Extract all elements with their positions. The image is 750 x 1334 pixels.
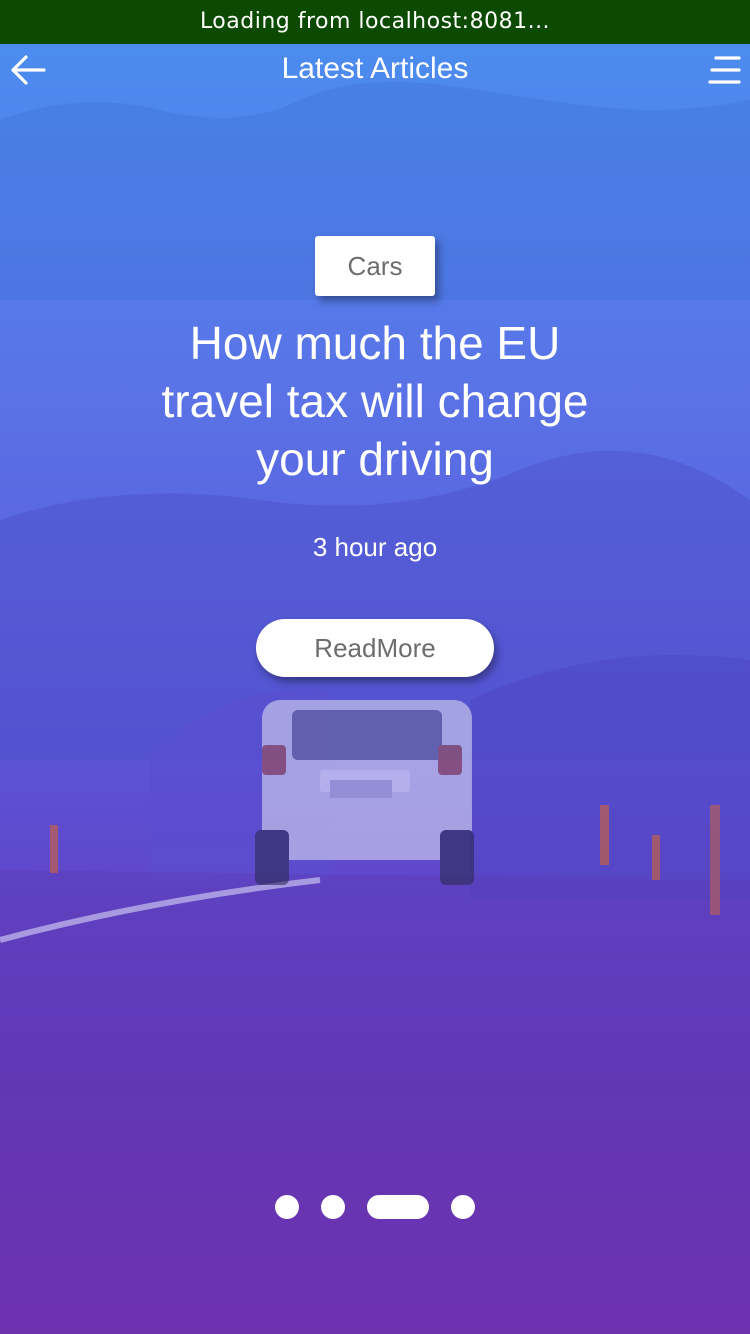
pagination-dot[interactable] [275, 1195, 299, 1219]
dev-loading-banner: Loading from localhost:8081... [0, 0, 750, 44]
article-timestamp: 3 hour ago [312, 532, 438, 562]
carousel-pagination [0, 1195, 750, 1219]
page-title: Latest Articles [281, 52, 469, 85]
article-headline: How much the EU travel tax will change y… [161, 317, 589, 485]
read-more-button[interactable]: ReadMore [256, 619, 494, 677]
nav-bar: Latest Articles [0, 44, 750, 96]
pagination-dot[interactable] [321, 1195, 345, 1219]
pagination-dot-active[interactable] [367, 1195, 429, 1219]
article-carousel-screen: Loading from localhost:8081... Latest Ar… [0, 0, 750, 1334]
category-tag[interactable]: Cars [315, 236, 435, 296]
pagination-dot[interactable] [451, 1195, 475, 1219]
hamburger-menu-icon[interactable] [706, 50, 742, 90]
article-card: Cars How much the EU travel tax will cha… [0, 236, 750, 677]
